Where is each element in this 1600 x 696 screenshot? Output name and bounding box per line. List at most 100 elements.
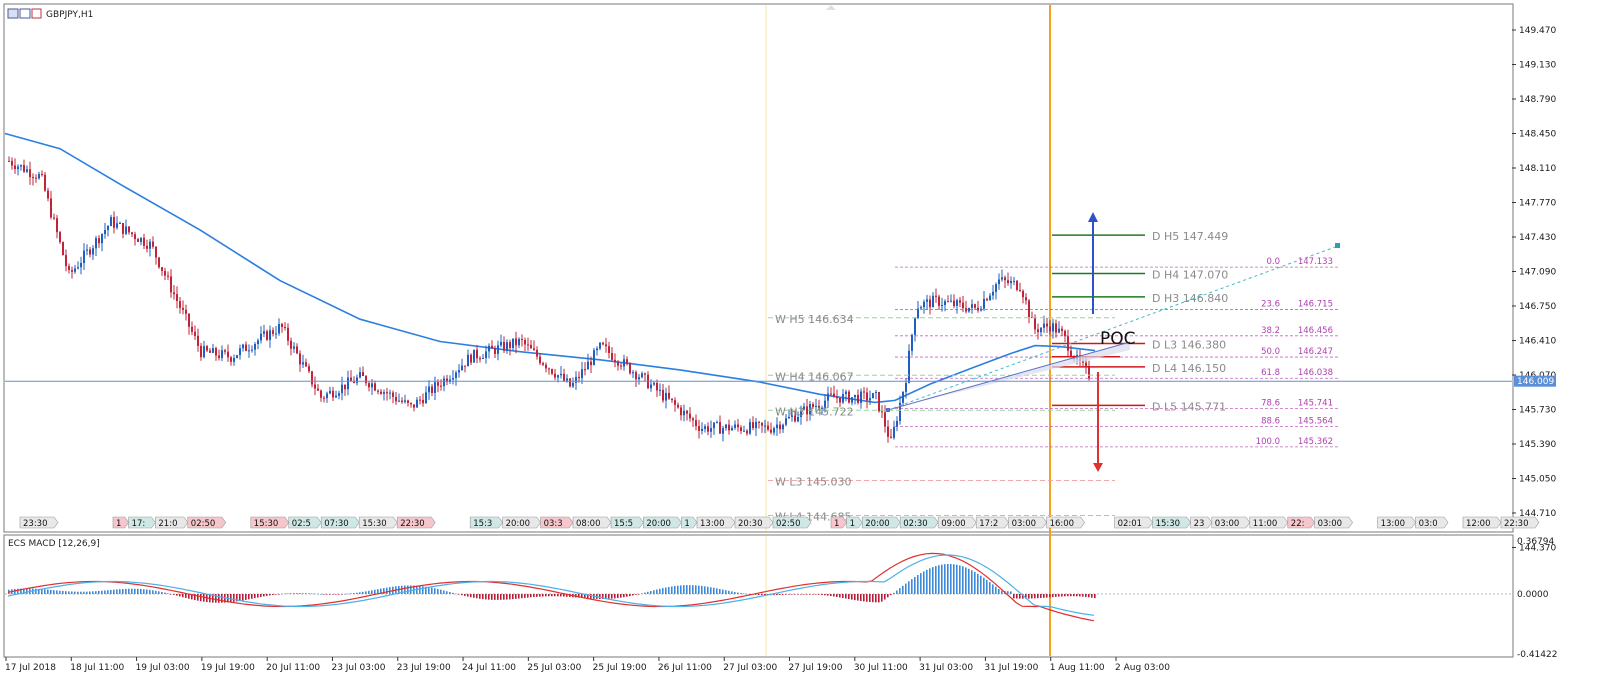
macd-bar [386, 587, 388, 594]
macd-bar [524, 594, 526, 598]
candle-body [380, 391, 382, 394]
candle-body [1001, 277, 1003, 280]
macd-bar [155, 590, 157, 594]
macd-bar [842, 594, 844, 599]
macd-bar [929, 568, 931, 594]
candle-body [383, 392, 385, 394]
macd-bar [302, 593, 304, 594]
session-tag-label: 13:00 [1381, 519, 1406, 529]
candle-body [830, 393, 832, 395]
macd-bar [986, 579, 988, 594]
macd-bar [761, 594, 763, 596]
macd-bar [1091, 594, 1093, 598]
candle-body [260, 333, 262, 341]
weekly-level-label: W H5 146.634 [775, 313, 854, 326]
candle-body [230, 357, 232, 362]
macd-bar [221, 594, 223, 603]
candle-body [329, 390, 331, 394]
candle-body [857, 394, 859, 403]
candle-body [560, 373, 562, 376]
current-price-value: 146.009 [1517, 377, 1554, 387]
macd-bar [917, 575, 919, 594]
candle-body [248, 350, 250, 352]
candle-body [572, 382, 574, 387]
macd-bar [314, 593, 316, 595]
macd-bar [1037, 594, 1039, 599]
candle-body [644, 373, 646, 375]
candle-body [959, 300, 961, 303]
time-tick-label: 18 Jul 11:00 [70, 663, 124, 673]
macd-bar [128, 588, 130, 594]
candle-body [221, 350, 223, 358]
macd-bar [548, 594, 550, 597]
macd-bar [659, 588, 661, 594]
macd-bar [935, 566, 937, 594]
candle-body [713, 422, 715, 429]
candle-body [911, 334, 913, 351]
macd-bar [1052, 594, 1054, 598]
candle-body [575, 376, 577, 383]
candle-body [23, 165, 25, 172]
candle-body [698, 426, 700, 431]
candle-body [419, 399, 421, 401]
macd-bar [965, 567, 967, 594]
candle-body [41, 174, 43, 176]
candle-body [686, 410, 688, 414]
candle-body [593, 350, 595, 366]
macd-bar [107, 590, 109, 594]
macd-bar [881, 594, 883, 602]
candle-body [287, 327, 289, 341]
candle-body [506, 342, 508, 351]
candle-body [494, 348, 496, 354]
candle-body [203, 346, 205, 358]
time-tick-label: 25 Jul 03:00 [527, 663, 581, 673]
macd-bar [305, 593, 307, 594]
session-tag-label: 13:00 [700, 519, 725, 529]
candle-body [1007, 280, 1009, 284]
candle-body [44, 174, 46, 191]
candle-body [782, 424, 784, 430]
macd-bar [365, 591, 367, 594]
candle-body [728, 424, 730, 431]
fib-handle[interactable] [1335, 243, 1340, 248]
chart-type-icon [19, 8, 31, 19]
macd-bar [734, 591, 736, 594]
chart-title: GBPJPY,H1 [7, 8, 93, 20]
macd-bar [638, 594, 640, 595]
macd-bar [251, 594, 253, 599]
fib-value-label: 147.133 [1298, 257, 1333, 267]
candle-body [977, 307, 979, 311]
candle-body [293, 346, 295, 349]
macd-bar [689, 585, 691, 594]
candle-body [785, 418, 787, 425]
macd-bar [845, 594, 847, 599]
macd-bar [701, 585, 703, 594]
macd-bar [278, 594, 280, 595]
macd-bar [332, 594, 334, 595]
macd-bar [635, 594, 637, 595]
macd-bar [407, 585, 409, 594]
trendline-handle[interactable] [886, 408, 890, 412]
macd-bar [959, 565, 961, 594]
macd-bar [785, 594, 787, 595]
macd-bar [560, 594, 562, 597]
macd-bar [554, 594, 556, 597]
macd-bar [146, 589, 148, 594]
macd-bar [614, 594, 616, 599]
chart-close-icon[interactable] [31, 8, 42, 19]
macd-bar [350, 593, 352, 594]
candle-body [1025, 297, 1027, 301]
macd-bar [938, 565, 940, 594]
session-tag-label: 16:00 [1050, 519, 1075, 529]
candle-body [941, 305, 943, 307]
macd-bar [1034, 594, 1036, 599]
macd-bar [344, 593, 346, 595]
time-tick-label: 27 Jul 03:00 [723, 663, 777, 673]
chart-window[interactable]: GBPJPY,H1 W H5 146.634W H4 146.067W H3 1… [0, 0, 1600, 696]
candle-body [1052, 323, 1054, 332]
session-tag-label: 02:50 [776, 519, 801, 529]
candle-body [47, 190, 49, 199]
macd-bar [776, 594, 778, 596]
macd-bar [1079, 594, 1081, 597]
macd-bar [536, 594, 538, 597]
